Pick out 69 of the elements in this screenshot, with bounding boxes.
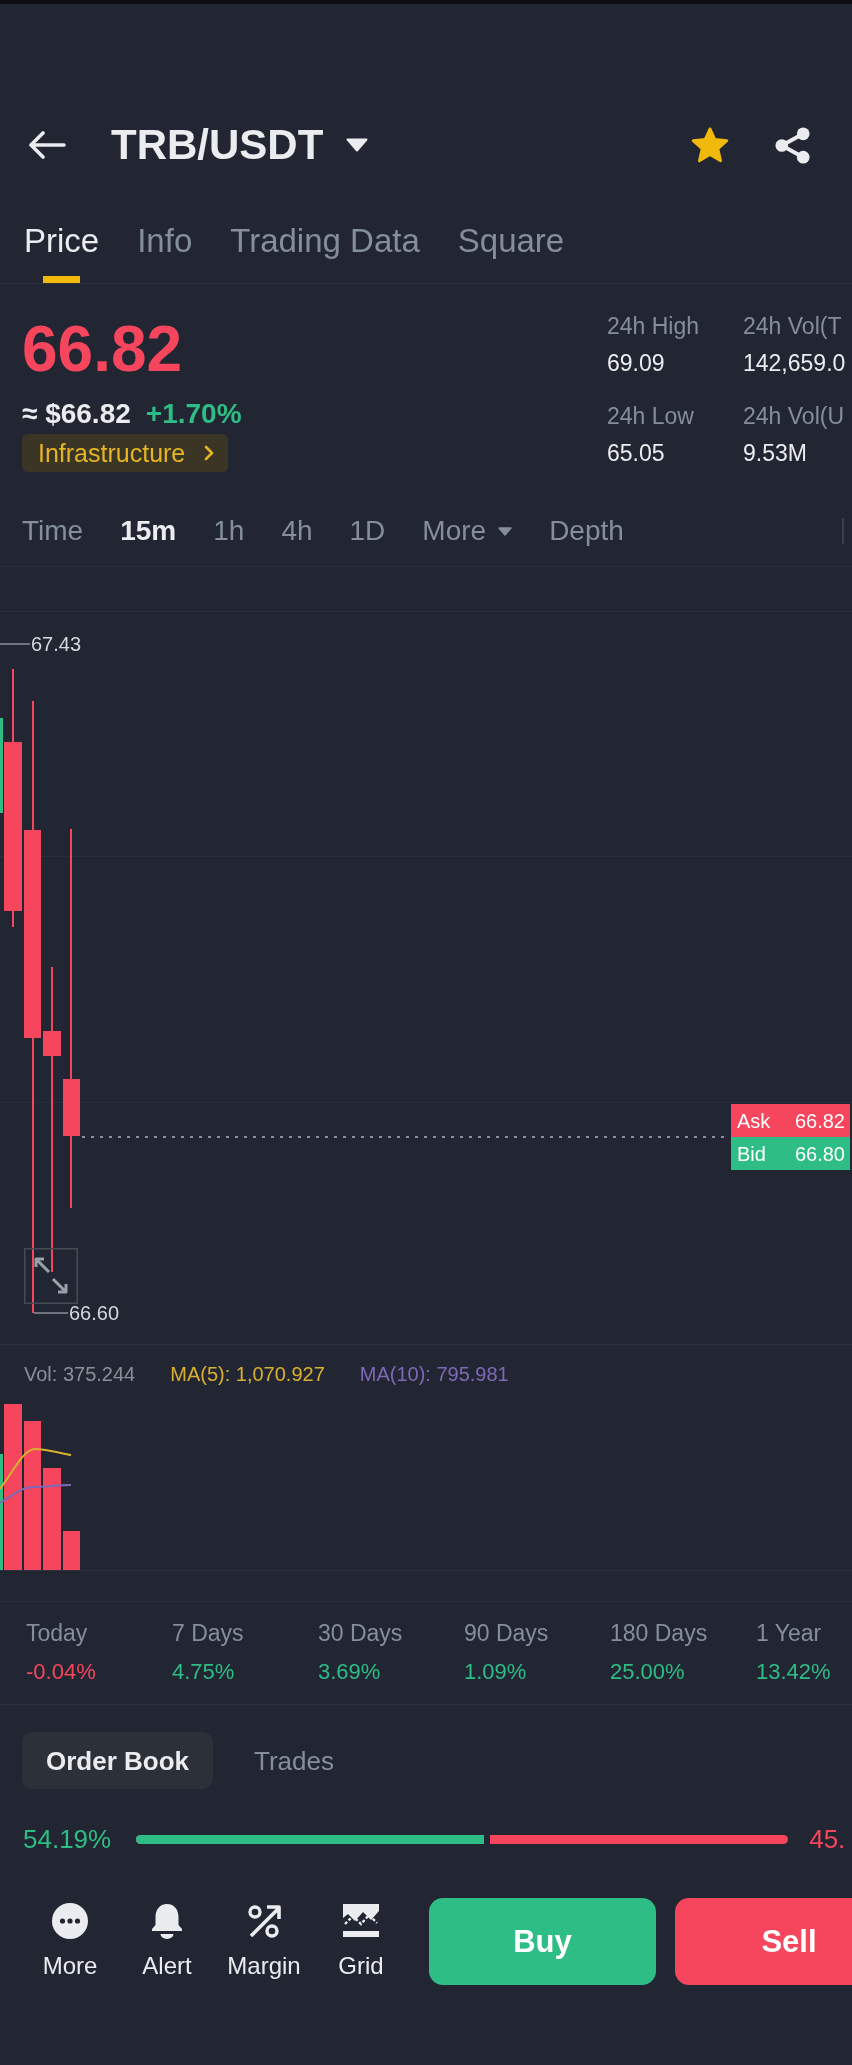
bell-icon (149, 1903, 185, 1939)
margin-button[interactable]: Margin (219, 1903, 309, 1980)
stat-label: 24h High (607, 312, 700, 341)
stat-value: 142,659.0 (743, 349, 846, 378)
back-arrow-icon[interactable] (28, 131, 66, 159)
indicator-reading: Vol: 375.244 (24, 1362, 136, 1386)
fiat-price: ≈ $66.82 (22, 398, 131, 430)
stat-value: 65.05 (607, 439, 665, 468)
quote-label: Ask (737, 1108, 771, 1133)
leader-line (0, 643, 31, 645)
last-price: 66.82 (22, 317, 183, 381)
star-icon[interactable] (691, 127, 729, 163)
caret-down-icon (498, 526, 513, 536)
alert-button[interactable]: Alert (122, 1903, 212, 1980)
period-change: 3.69% (318, 1658, 381, 1686)
interval-tab[interactable]: 4h (281, 514, 313, 548)
stat-label: 24h Vol(U (743, 402, 844, 431)
interval-tab[interactable]: 1h (213, 514, 245, 548)
panel-tab[interactable]: Trades (254, 1744, 334, 1777)
quote-label: Bid (737, 1141, 766, 1166)
pair-selector[interactable]: TRB/USDT (111, 121, 369, 169)
caret-down-icon (346, 138, 369, 152)
interval-tab[interactable]: Time (22, 514, 84, 548)
indicator-reading: MA(5): 1,070.927 (170, 1362, 325, 1386)
stat-value: 69.09 (607, 349, 665, 378)
percent-arrow-icon (246, 1903, 282, 1939)
period-change: -0.04% (26, 1658, 96, 1686)
tab[interactable]: Info (137, 222, 193, 283)
interval-tab[interactable]: 1D (349, 514, 386, 548)
stat-value: 9.53M (743, 439, 807, 468)
more-dots-icon (52, 1903, 88, 1939)
period-label: 180 Days (610, 1619, 708, 1647)
stat-label: 24h Low (607, 402, 694, 431)
tab[interactable]: Trading Data (230, 222, 420, 283)
share-icon[interactable] (774, 126, 811, 164)
tab[interactable]: Price (24, 222, 100, 283)
buy-button[interactable]: Buy (429, 1898, 656, 1985)
low-price-label: 66.60 (69, 1301, 120, 1325)
price-change: +1.70% (145, 398, 242, 430)
expand-icon[interactable] (24, 1248, 78, 1304)
grid-chart-icon (343, 1903, 379, 1939)
stat-label: 24h Vol(T (743, 312, 842, 341)
panel-tab[interactable]: Order Book (22, 1732, 214, 1789)
volume-bar (63, 1531, 80, 1570)
period-label: Today (26, 1619, 88, 1647)
interval-tab[interactable]: More (422, 514, 513, 548)
grid-button[interactable]: Grid (316, 1903, 406, 1980)
period-label: 1 Year (756, 1619, 822, 1647)
sell-ratio: 45. (809, 1824, 846, 1854)
interval-tab[interactable]: 15m (120, 514, 177, 548)
tab[interactable]: Square (457, 222, 565, 283)
quote-price: 66.80 (794, 1141, 845, 1166)
period-label: 30 Days (318, 1619, 403, 1647)
high-price-label: 67.43 (31, 632, 82, 656)
interval-tab[interactable]: Depth (549, 514, 624, 548)
period-change: 13.42% (756, 1658, 831, 1686)
period-label: 90 Days (464, 1619, 549, 1647)
chevron-right-icon (204, 445, 215, 461)
period-change: 4.75% (172, 1658, 235, 1686)
period-change: 1.09% (464, 1658, 527, 1686)
sell-button[interactable]: Sell (675, 1898, 852, 1985)
period-change: 25.00% (610, 1658, 685, 1686)
indicator-reading: MA(10): 795.981 (359, 1362, 509, 1386)
leader-line (33, 1312, 69, 1314)
quote-price: 66.82 (794, 1108, 845, 1133)
sector-tag[interactable]: Infrastructure (22, 434, 229, 472)
period-label: 7 Days (172, 1619, 244, 1647)
more-button[interactable]: More (25, 1903, 115, 1980)
buy-ratio: 54.19% (23, 1824, 112, 1854)
